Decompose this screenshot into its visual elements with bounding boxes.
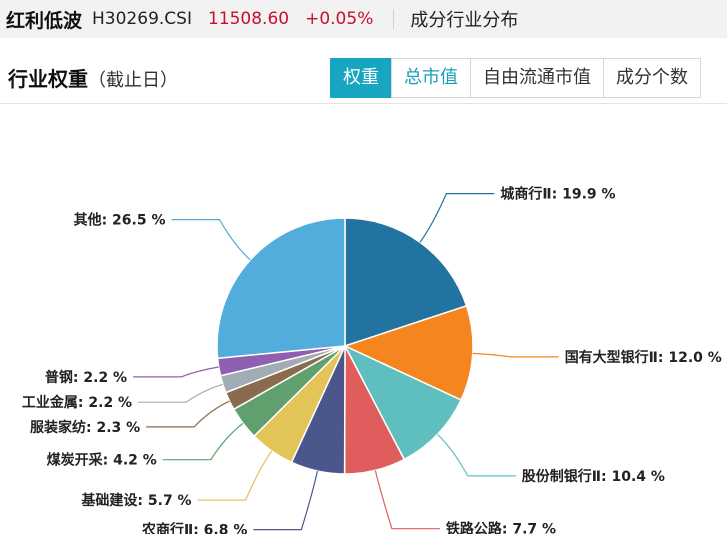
pie-slice-label: 基础建设: 5.7 % (81, 492, 191, 509)
index-price: 11508.60 (207, 9, 290, 29)
pie-slice[interactable] (216, 217, 346, 360)
pie-slice-label: 服装家纺: 2.3 % (30, 419, 140, 436)
pie-leader-line (253, 470, 318, 531)
pie-leader-line (472, 352, 559, 358)
tab-free-float-market-cap[interactable]: 自由流通市值 (470, 58, 604, 98)
metric-tabs: 权重 总市值 自由流通市值 成分个数 (330, 58, 701, 98)
panel-title-text: 行业权重 (8, 67, 88, 91)
pie-slice-label: 工业金属: 2.2 % (22, 394, 132, 411)
index-code: H30269.CSI (92, 9, 192, 29)
panel-subtitle: （截止日） (88, 70, 178, 91)
pie-slice-label: 股份制银行Ⅱ: 10.4 % (522, 468, 665, 485)
pie-leader-line (138, 383, 223, 403)
pie-slice-label: 农商行Ⅱ: 6.8 % (141, 522, 247, 534)
industry-weight-pie-chart: 城商行Ⅱ: 19.9 % 国有大型银行Ⅱ: 12.0 % 股份制银行Ⅱ: 10.4 … (22, 186, 722, 534)
section-title: 成分行业分布 (410, 10, 519, 31)
pie-leader-line (162, 422, 244, 461)
pie-leader-line (419, 193, 495, 243)
tab-weight[interactable]: 权重 (330, 58, 392, 98)
pie-slices (216, 217, 474, 475)
pie-slice-label: 城商行Ⅱ: 19.9 % (500, 186, 615, 203)
pie-leader-line (374, 470, 440, 530)
pie-slice-label: 其他: 26.5 % (74, 212, 166, 229)
pie-slice-label: 煤炭开采: 4.2 % (47, 452, 157, 469)
tab-total-market-cap[interactable]: 总市值 (391, 58, 471, 98)
pie-slice-label: 普钢: 2.2 % (45, 369, 127, 386)
panel-title: 行业权重（截止日） (8, 63, 178, 92)
header-divider (393, 9, 395, 29)
pie-leader-line (437, 433, 516, 477)
index-name: 红利低波 (6, 9, 83, 32)
pie-leader-line (146, 400, 230, 428)
pie-slice-label: 铁路公路: 7.7 % (446, 521, 556, 534)
weight-toolbar: 行业权重（截止日） 权重 总市值 自由流通市值 成分个数 (0, 52, 727, 100)
index-header-bar: 红利低波 H30269.CSI 11508.60 +0.05% 成分行业分布 (0, 0, 727, 38)
pie-slice-label: 国有大型银行Ⅱ: 12.0 % (565, 349, 722, 366)
pie-leader-line (197, 450, 273, 501)
tab-constituent-count[interactable]: 成分个数 (603, 58, 701, 98)
pie-leader-line (133, 366, 219, 378)
pie-leader-line (171, 219, 251, 261)
index-change: +0.05% (305, 9, 374, 29)
